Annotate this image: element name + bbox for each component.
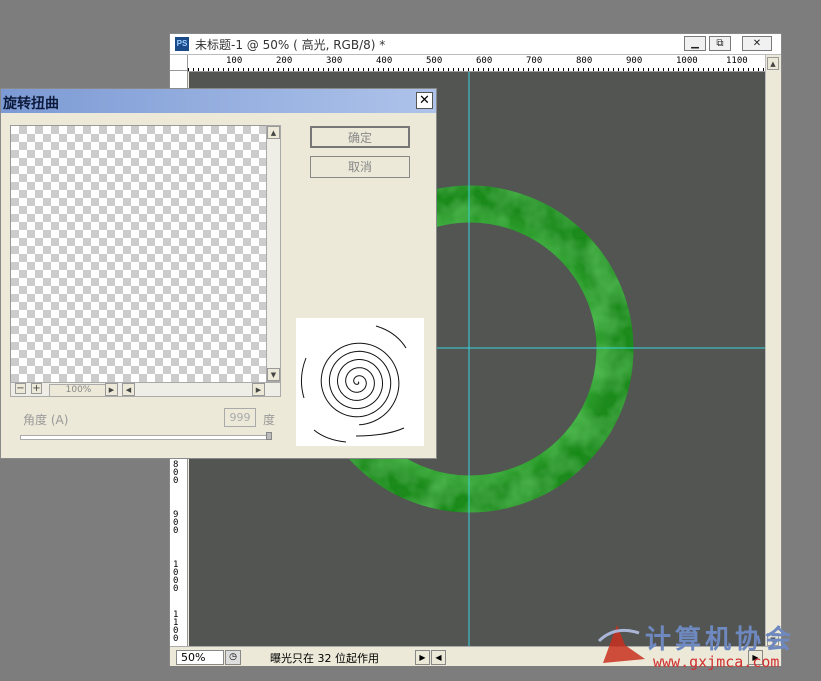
watermark-logo-icon [597, 625, 645, 663]
angle-unit-label: 度 [263, 413, 276, 427]
preview-scroll-right-icon[interactable]: ▶ [105, 383, 118, 396]
dialog-title: 旋转扭曲 [3, 96, 59, 112]
watermark-url: www.gxjmca.com [653, 653, 780, 671]
ruler-label: 800 [576, 56, 593, 66]
dialog-close-button[interactable]: ✕ [416, 92, 433, 109]
horizontal-ruler[interactable]: 100 200 300 400 500 600 700 800 900 1000… [188, 55, 766, 72]
ruler-label: 1000 [676, 56, 698, 66]
ruler-origin[interactable] [170, 55, 188, 71]
ruler-label: 900 [626, 56, 643, 66]
ruler-label: 700 [526, 56, 543, 66]
ruler-label: 1000 [173, 560, 179, 594]
ruler-label: 300 [326, 56, 343, 66]
angle-slider-track[interactable] [20, 435, 272, 440]
document-titlebar[interactable]: PS 未标题-1 @ 50% ( 高光, RGB/8) * ▁ ⧉ ✕ [170, 34, 781, 55]
preview-zoom-level: 100% [49, 384, 108, 397]
photoshop-icon: PS [175, 37, 189, 51]
preview-scroll-left-icon[interactable]: ◀ [122, 383, 135, 396]
dialog-titlebar[interactable]: 旋转扭曲 ✕ [1, 89, 436, 113]
twirl-spiral-icon [296, 318, 424, 446]
minimize-button[interactable]: ▁ [684, 36, 706, 51]
preview-scroll-right-end-icon[interactable]: ▶ [252, 383, 265, 396]
filter-preview-area[interactable] [10, 125, 267, 384]
ruler-label: 800 [173, 460, 179, 486]
ruler-label: 1100 [173, 610, 179, 644]
ruler-label: 100 [226, 56, 243, 66]
zoom-in-button[interactable]: + [31, 383, 42, 394]
ruler-label: 400 [376, 56, 393, 66]
preview-vertical-scrollbar[interactable]: ▲ ▼ [266, 125, 281, 382]
document-title: 未标题-1 @ 50% ( 高光, RGB/8) * [195, 38, 386, 52]
ok-button[interactable]: 确定 [310, 126, 410, 148]
preview-horizontal-scrollbar[interactable]: − + 100% ▶ ◀ ▶ [10, 382, 281, 397]
zoom-out-button[interactable]: − [15, 383, 26, 394]
spiral-thumbnail [300, 325, 407, 443]
cancel-button[interactable]: 取消 [310, 156, 410, 178]
ruler-label: 900 [173, 510, 179, 536]
zoom-level-field[interactable]: 50% [176, 650, 224, 665]
angle-input[interactable]: 999 [224, 408, 256, 427]
angle-label: 角度 (A) [23, 413, 69, 427]
ruler-label: 500 [426, 56, 443, 66]
status-info-icon[interactable]: ◷ [225, 650, 241, 665]
status-menu-arrow-icon[interactable]: ▶ [415, 650, 430, 665]
scroll-up-arrow-icon[interactable]: ▲ [767, 57, 779, 70]
preview-scroll-up-icon[interactable]: ▲ [267, 126, 280, 139]
site-watermark: 计算机协会 www.gxjmca.com [595, 615, 821, 675]
ruler-label: 200 [276, 56, 293, 66]
angle-slider-thumb[interactable] [266, 432, 272, 440]
ruler-label: 600 [476, 56, 493, 66]
scroll-left-arrow-icon[interactable]: ◀ [431, 650, 446, 665]
watermark-name: 计算机协会 [645, 625, 796, 655]
document-vertical-scrollbar[interactable]: ▲ ▼ [765, 55, 781, 647]
close-window-button[interactable]: ✕ [742, 36, 772, 51]
restore-button[interactable]: ⧉ [709, 36, 731, 51]
preview-scroll-down-icon[interactable]: ▼ [267, 368, 280, 381]
ruler-label: 1100 [726, 56, 748, 66]
status-message: 曝光只在 32 位起作用 [270, 652, 379, 665]
twirl-dialog[interactable]: 旋转扭曲 ✕ ▲ ▼ − + 100% ▶ ◀ ▶ 确定 取消 角度 (A) 9… [0, 88, 437, 459]
